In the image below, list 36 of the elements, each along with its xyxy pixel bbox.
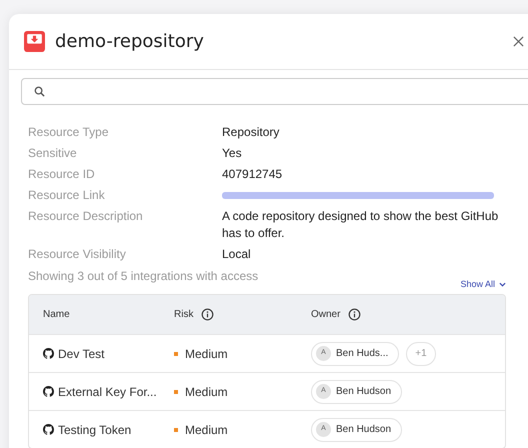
property-label: Resource Description (28, 208, 144, 225)
column-header: Owner (311, 308, 340, 322)
property-value: Yes (222, 145, 243, 162)
integration-name[interactable]: Testing Token (58, 420, 132, 438)
property-value: Local (222, 246, 252, 263)
owner-name: Ben Huds... (336, 347, 388, 361)
owner-name: Ben Hudson (336, 385, 392, 399)
show-all-link[interactable]: Show All (460, 278, 506, 291)
property-label: Resource ID (28, 166, 96, 183)
chevron-down-icon (499, 282, 506, 287)
close-icon[interactable] (513, 36, 524, 47)
column-header: Risk (174, 308, 194, 322)
risk-level: Medium (185, 346, 228, 362)
risk-level: Medium (185, 384, 228, 400)
search-icon (34, 86, 45, 97)
property-value: Repository (222, 124, 280, 141)
dialog-title: demo-repository (55, 30, 204, 54)
search-field[interactable] (21, 78, 528, 105)
property-label: Resource Link (28, 187, 106, 204)
info-icon[interactable] (348, 308, 362, 321)
property-label: Sensitive (28, 145, 78, 162)
integration-name[interactable]: Dev Test (58, 344, 104, 362)
property-label: Resource Type (28, 124, 110, 141)
column-header: Name (43, 308, 70, 322)
integration-name[interactable]: External Key For... (58, 382, 157, 400)
inbox-download-icon (24, 31, 45, 52)
info-icon[interactable] (201, 308, 214, 321)
github-icon (43, 424, 54, 435)
property-value: 407912745 (222, 166, 284, 183)
github-icon (43, 386, 54, 397)
property-label: Resource Visibility (28, 246, 127, 263)
risk-level: Medium (185, 422, 228, 438)
github-icon (43, 348, 54, 359)
integrations-summary: Showing 3 out of 5 integrations with access (28, 268, 258, 285)
property-value: A code repository designed to show the best GitHub has to offer. (222, 208, 500, 242)
owner-name: Ben Hudson (336, 423, 392, 437)
